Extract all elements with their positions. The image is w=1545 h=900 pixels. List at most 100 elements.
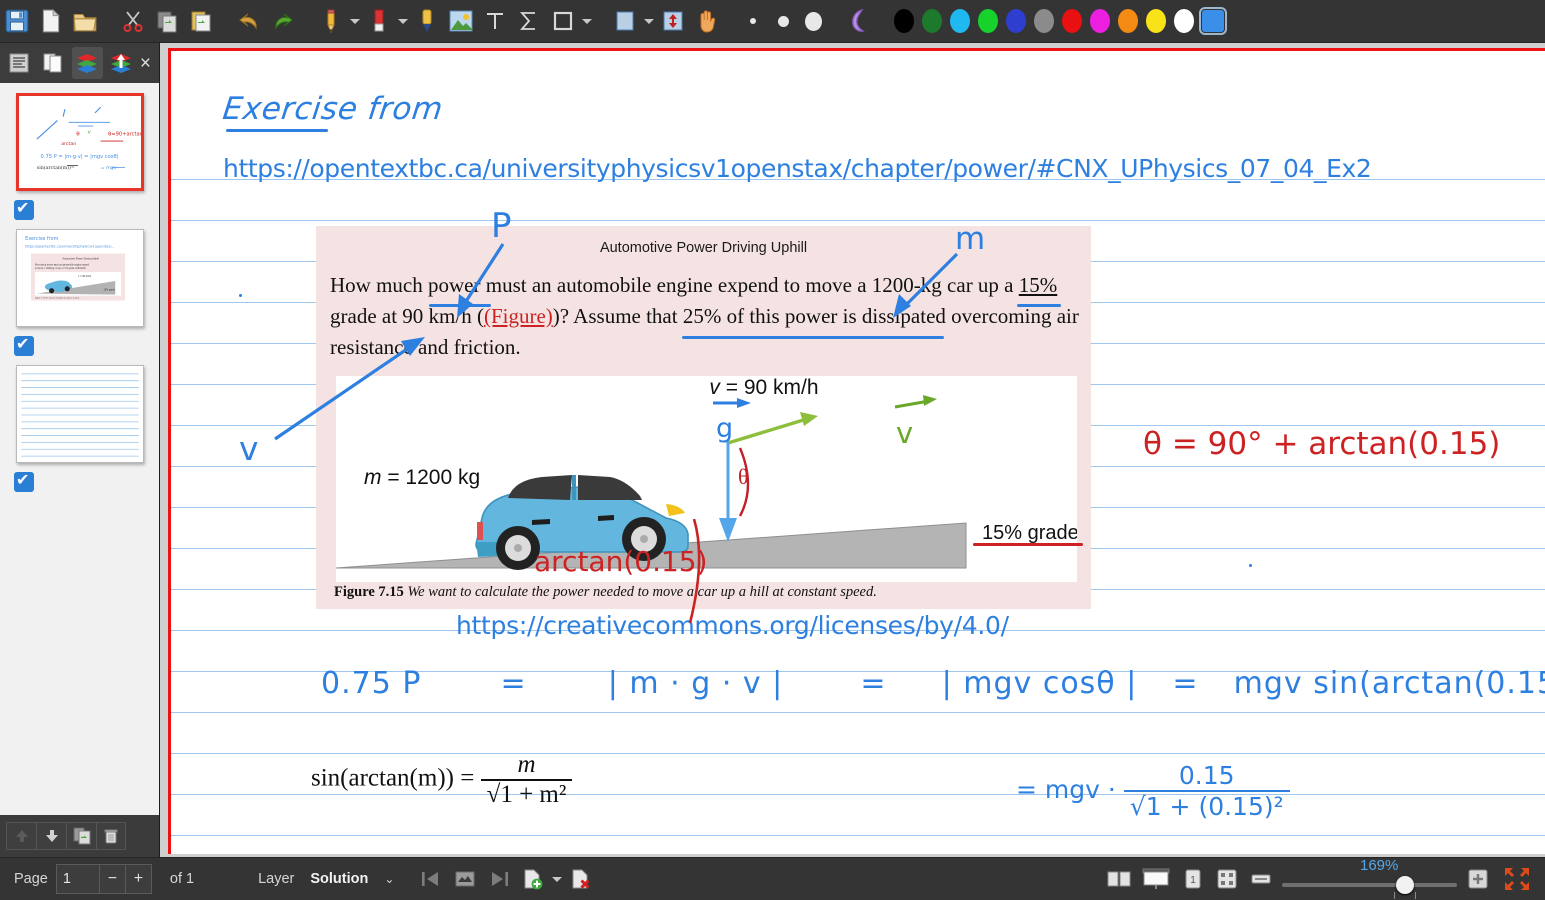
eq1-equals-2: = xyxy=(860,666,887,701)
color-lime[interactable] xyxy=(978,9,998,33)
sidebar-tab-pages[interactable] xyxy=(38,47,69,79)
color-blue[interactable] xyxy=(1006,9,1026,33)
sidebar-close-button[interactable]: × xyxy=(140,54,151,73)
hand-tool[interactable] xyxy=(690,4,724,38)
color-magenta[interactable] xyxy=(1090,9,1110,33)
zoom-slider[interactable]: 169% xyxy=(1282,857,1457,899)
layer-actions-toolbar xyxy=(0,815,159,857)
ruled-line xyxy=(171,712,1545,713)
color-red[interactable] xyxy=(1062,9,1082,33)
layer-move-up-button[interactable] xyxy=(6,822,36,850)
undo-button[interactable] xyxy=(232,4,266,38)
layer-item-background[interactable] xyxy=(0,365,159,501)
layer-item-solution[interactable]: θ v θ=90+arctan arctan 0.75 P = |m·g·v| … xyxy=(0,93,159,229)
pen-options[interactable] xyxy=(348,4,362,38)
color-gray[interactable] xyxy=(1034,9,1054,33)
paste-button[interactable] xyxy=(184,4,218,38)
layer-thumb-content[interactable]: Exercise from https://opentextbc.ca/univ… xyxy=(15,229,144,327)
copy-icon xyxy=(157,11,177,33)
svg-text:to move a 1200-kg car up a 15%: to move a 1200-kg car up a 15% grade at … xyxy=(34,267,85,270)
sidebar-tab-layerstack[interactable] xyxy=(106,47,137,79)
layers-list[interactable]: θ v θ=90+arctan arctan 0.75 P = |m·g·v| … xyxy=(0,83,159,815)
highlighter-swatch[interactable] xyxy=(842,4,876,38)
layer-item-content[interactable]: Exercise from https://opentextbc.ca/univ… xyxy=(0,229,159,365)
zoom-slider-track[interactable] xyxy=(1282,883,1457,887)
underline-15grade-figure xyxy=(973,543,1083,546)
color-cyan[interactable] xyxy=(950,9,970,33)
zoom-slider-knob[interactable] xyxy=(1396,876,1414,894)
layer-move-down-button[interactable] xyxy=(36,822,66,850)
outline-icon xyxy=(9,53,29,73)
figure-text-p4: )? Assume that xyxy=(552,304,683,328)
single-page-button[interactable]: 1 xyxy=(1178,864,1208,894)
thickness-thick[interactable] xyxy=(798,4,828,38)
layer-visibility-checkbox-solution[interactable] xyxy=(14,198,34,220)
layer-duplicate-button[interactable] xyxy=(66,822,96,850)
page-increment-button[interactable]: + xyxy=(124,865,151,893)
canvas-scroll-area[interactable]: Exercise from https://opentextbc.ca/univ… xyxy=(160,43,1545,857)
color-orange[interactable] xyxy=(1118,9,1138,33)
zoom-reset-button[interactable] xyxy=(1463,864,1493,894)
vertical-space-tool[interactable] xyxy=(656,4,690,38)
layer-thumb-background[interactable] xyxy=(15,365,144,463)
show-all-layers-button[interactable] xyxy=(450,864,480,894)
eraser-options[interactable] xyxy=(396,4,410,38)
document-page[interactable]: Exercise from https://opentextbc.ca/univ… xyxy=(168,48,1545,854)
page-decrement-button[interactable]: − xyxy=(98,865,125,893)
sidebar-tab-outline[interactable] xyxy=(4,47,35,79)
new-button[interactable] xyxy=(34,4,68,38)
figure-caption-number: Figure 7.15 xyxy=(334,584,404,600)
result-fraction: 0.15 √1 + (0.15)² xyxy=(1123,761,1290,821)
annotation-theta-equation: θ = 90° + arctan(0.15) xyxy=(1143,426,1501,462)
highlighter-tool[interactable] xyxy=(410,4,444,38)
eq1-dot-product: | m · g · v | xyxy=(607,666,784,701)
two-pages-icon xyxy=(1107,871,1131,887)
cut-button[interactable] xyxy=(116,4,150,38)
color-black[interactable] xyxy=(894,9,914,33)
select-tool[interactable] xyxy=(608,4,642,38)
layer-visibility-checkbox-background[interactable] xyxy=(14,470,34,492)
eraser-tool[interactable] xyxy=(362,4,396,38)
first-layer-button[interactable] xyxy=(416,864,446,894)
redo-button[interactable] xyxy=(266,4,300,38)
new-layer-button[interactable] xyxy=(518,864,548,894)
pair-pages-button[interactable] xyxy=(1104,864,1134,894)
pen-tool[interactable] xyxy=(314,4,348,38)
sidebar-tab-layers[interactable] xyxy=(71,47,103,79)
text-tool[interactable] xyxy=(478,4,512,38)
copy-button[interactable] xyxy=(150,4,184,38)
one-page-icon: 1 xyxy=(1185,869,1201,889)
color-selected-blue[interactable] xyxy=(1199,7,1227,35)
shape-options[interactable] xyxy=(580,4,594,38)
presentation-button[interactable] xyxy=(1138,864,1174,894)
go-last-icon xyxy=(492,872,509,886)
layer-move-icon xyxy=(111,54,132,73)
color-yellow[interactable] xyxy=(1146,9,1166,33)
page-number-input[interactable] xyxy=(56,865,99,893)
page-spinner[interactable]: − + xyxy=(55,864,152,894)
thickness-medium[interactable] xyxy=(768,4,798,38)
new-layer-dropdown[interactable] xyxy=(550,862,564,896)
select-options[interactable] xyxy=(642,4,656,38)
fullscreen-toggle[interactable] xyxy=(1212,864,1242,894)
identity-fraction: m √1 + m² xyxy=(480,751,573,809)
color-white[interactable] xyxy=(1174,9,1194,33)
open-button[interactable] xyxy=(68,4,102,38)
zoom-fit-width-button[interactable] xyxy=(1246,864,1276,894)
layer-visibility-checkbox-content[interactable] xyxy=(14,334,34,356)
thickness-fine-dot xyxy=(750,18,756,24)
last-layer-button[interactable] xyxy=(484,864,514,894)
expand-arrows-button[interactable] xyxy=(1497,864,1537,894)
layer-delete-button[interactable] xyxy=(96,822,126,850)
figure-caption: Figure 7.15 We want to calculate the pow… xyxy=(334,584,877,601)
save-button[interactable] xyxy=(0,4,34,38)
identity-lhs: sin(arctan(m)) = xyxy=(311,764,475,792)
layer-dropdown-caret[interactable]: ⌄ xyxy=(384,872,394,886)
latex-tool[interactable] xyxy=(512,4,546,38)
delete-layer-button[interactable] xyxy=(566,864,596,894)
image-tool[interactable] xyxy=(444,4,478,38)
shape-tool[interactable] xyxy=(546,4,580,38)
thickness-fine[interactable] xyxy=(738,4,768,38)
layer-thumb-solution[interactable]: θ v θ=90+arctan arctan 0.75 P = |m·g·v| … xyxy=(15,93,144,191)
color-green[interactable] xyxy=(922,9,942,33)
